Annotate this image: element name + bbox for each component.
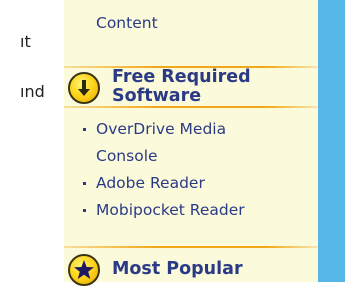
download-arrow-icon: [68, 72, 100, 104]
mobipocket-reader-link[interactable]: Mobipocket Reader: [96, 201, 245, 219]
bullet-icon: [83, 182, 86, 185]
free-software-title-line-1: Free Required: [112, 67, 251, 87]
adobe-reader-link[interactable]: Adobe Reader: [96, 174, 205, 192]
header-rule-top: [64, 246, 318, 248]
header-rule-bottom: [64, 106, 318, 108]
right-edge-strip: [318, 0, 345, 282]
list-item-mobipocket[interactable]: Mobipocket Reader: [82, 197, 245, 224]
overdrive-link-line-2[interactable]: Console: [96, 147, 158, 165]
free-software-title: Free Required Software: [112, 68, 251, 106]
free-software-header: Free Required Software: [64, 66, 318, 108]
bullet-icon: [83, 128, 86, 131]
bullet-icon: [83, 209, 86, 212]
main-content-edge: ıt ınd: [0, 0, 64, 282]
star-icon: [68, 254, 100, 286]
free-software-title-line-2: Software: [112, 86, 202, 106]
list-item-overdrive[interactable]: OverDrive Media: [82, 116, 245, 143]
truncated-text-2: ınd: [20, 82, 45, 101]
list-item-overdrive-cont[interactable]: Console: [82, 143, 245, 170]
overdrive-link-line-1[interactable]: OverDrive Media: [96, 120, 226, 138]
list-item-adobe[interactable]: Adobe Reader: [82, 170, 245, 197]
sidebar-panel: Content Free Required Software OverDrive…: [64, 0, 318, 286]
most-popular-title: Most Popular: [112, 259, 243, 279]
truncated-text-1: ıt: [20, 32, 31, 51]
free-software-list: OverDrive Media Console Adobe Reader Mob…: [82, 116, 245, 224]
content-link[interactable]: Content: [96, 14, 158, 32]
